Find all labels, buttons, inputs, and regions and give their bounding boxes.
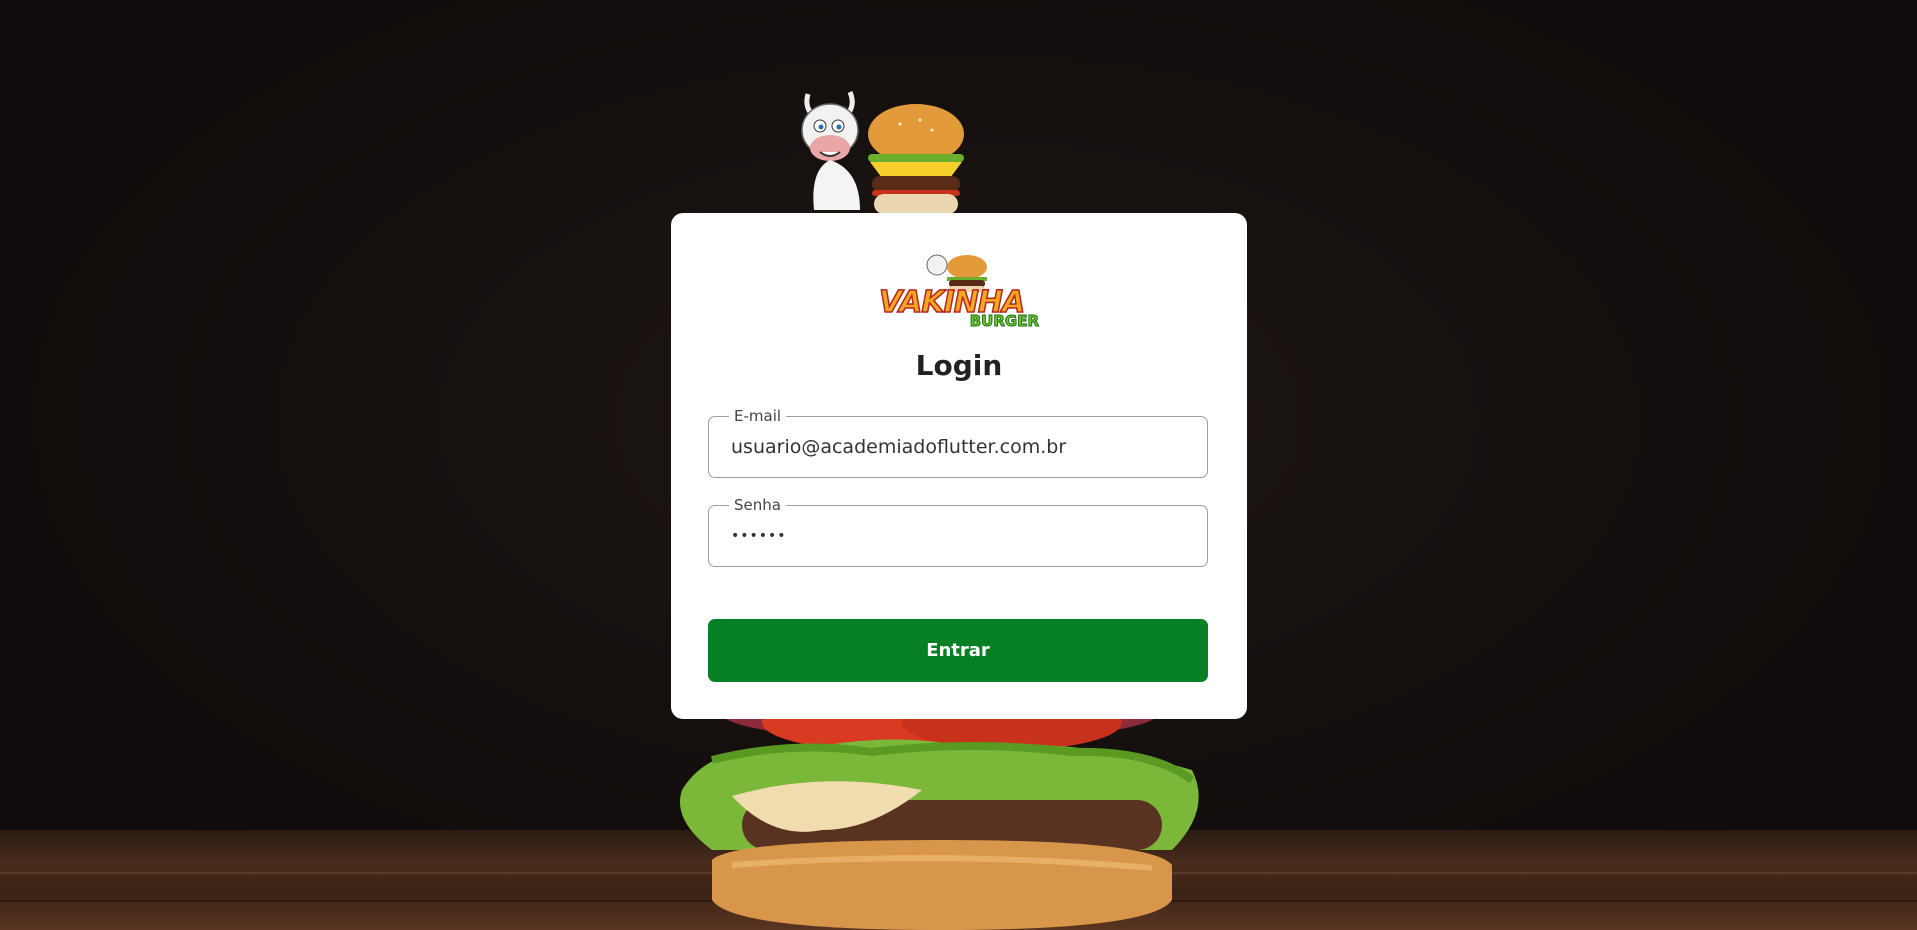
password-input[interactable] <box>731 506 1181 566</box>
email-input[interactable] <box>731 417 1181 477</box>
brand-logo: VAKINHA BURGER <box>878 249 1040 333</box>
login-button[interactable]: Entrar <box>708 619 1208 682</box>
cow-mascot-icon <box>801 91 964 214</box>
email-field[interactable]: E-mail <box>708 406 1208 478</box>
password-field[interactable]: Senha <box>708 495 1208 567</box>
login-card: VAKINHA BURGER Login E-mail Senha Entrar <box>671 213 1247 719</box>
brand-subtitle: BURGER <box>969 312 1039 331</box>
page-title: Login <box>915 349 1003 382</box>
background-burger-image <box>680 700 1199 930</box>
